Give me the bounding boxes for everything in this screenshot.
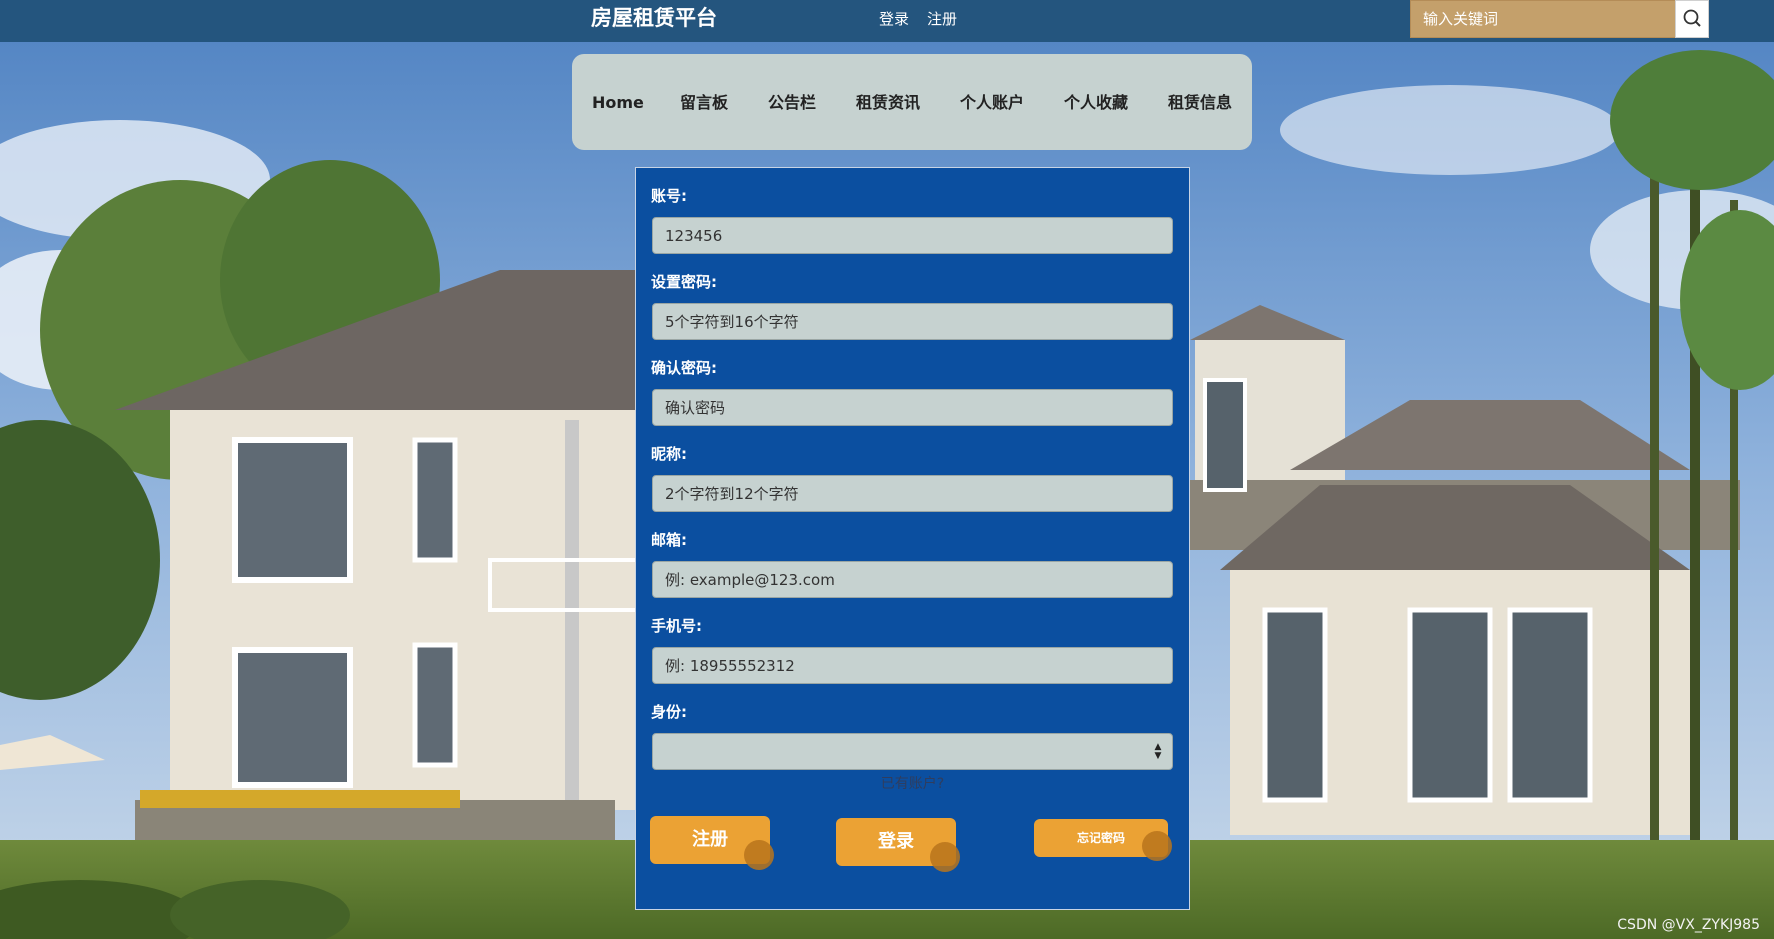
account-label: 账号:: [651, 187, 687, 205]
register-link[interactable]: 注册: [927, 8, 957, 30]
search-button[interactable]: [1675, 0, 1709, 38]
nav-item-message-board[interactable]: 留言板: [680, 90, 728, 116]
button-shadow-blob: [744, 840, 774, 870]
login-button-label: 登录: [878, 831, 914, 852]
top-bar: 房屋租赁平台 登录 注册: [0, 0, 1774, 42]
nav-item-personal-account[interactable]: 个人账户: [960, 90, 1024, 116]
nickname-input[interactable]: [652, 475, 1173, 512]
have-account-link[interactable]: 已有账户?: [636, 774, 1189, 794]
login-button[interactable]: 登录: [836, 818, 960, 872]
search-input[interactable]: [1410, 0, 1675, 38]
nav-item-favorites[interactable]: 个人收藏: [1064, 90, 1128, 116]
confirm-password-label: 确认密码:: [651, 359, 717, 377]
forgot-password-button-label: 忘记密码: [1076, 831, 1125, 845]
register-button-label: 注册: [692, 829, 728, 850]
select-caret-icon: ▲ ▼: [1154, 742, 1162, 761]
nickname-label: 昵称:: [651, 445, 687, 463]
button-shadow-blob: [930, 842, 960, 872]
nav-item-rental-info[interactable]: 租赁信息: [1168, 90, 1232, 116]
watermark: CSDN @VX_ZYKJ985: [1617, 917, 1760, 933]
magnifier-icon: [1683, 9, 1701, 27]
forgot-password-button[interactable]: 忘记密码: [1034, 819, 1172, 861]
password-input[interactable]: [652, 303, 1173, 340]
nav-item-rental-news[interactable]: 租赁资讯: [856, 90, 920, 116]
register-form-panel: 账号: 设置密码: 确认密码: 昵称: 邮箱: 手机号: 身份: ▲▼ 已有账户…: [635, 167, 1190, 910]
nav-item-home[interactable]: Home: [592, 90, 644, 116]
login-link[interactable]: 登录: [879, 8, 909, 30]
email-input[interactable]: [652, 561, 1173, 598]
email-label: 邮箱:: [651, 531, 687, 549]
password-label: 设置密码:: [651, 273, 717, 291]
phone-input[interactable]: [652, 647, 1173, 684]
button-shadow-blob: [1142, 831, 1172, 861]
account-input[interactable]: [652, 217, 1173, 254]
site-title: 房屋租赁平台: [591, 6, 717, 30]
role-select[interactable]: ▲ ▼: [652, 733, 1173, 770]
confirm-password-input[interactable]: [652, 389, 1173, 426]
register-button[interactable]: 注册: [650, 816, 774, 870]
phone-label: 手机号:: [651, 617, 702, 635]
nav-item-bulletin[interactable]: 公告栏: [768, 90, 816, 116]
role-label: 身份:: [651, 703, 687, 721]
main-nav: Home 留言板 公告栏 租赁资讯 个人账户 个人收藏 租赁信息: [572, 54, 1252, 150]
